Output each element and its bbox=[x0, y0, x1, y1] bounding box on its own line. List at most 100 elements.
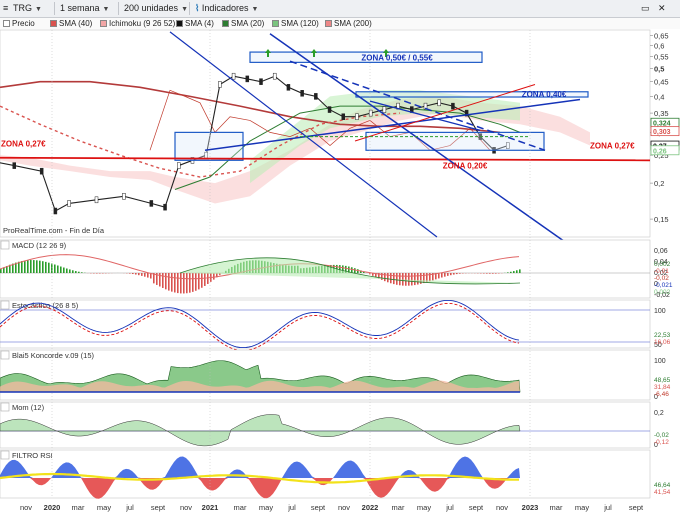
panel-value-label: -0,12 bbox=[654, 439, 669, 446]
x-axis-label: mar bbox=[392, 503, 405, 512]
macd-histogram-bar bbox=[357, 269, 359, 273]
macd-histogram-bar bbox=[72, 270, 74, 273]
panel-tick-label: 100 bbox=[654, 358, 666, 365]
macd-histogram-bar bbox=[453, 273, 455, 275]
panel-value-label: 16,06 bbox=[654, 339, 671, 346]
price-candle bbox=[149, 200, 154, 207]
x-axis-label: may bbox=[259, 503, 273, 512]
panel-value-label: -0,02 bbox=[654, 275, 669, 282]
macd-histogram-bar bbox=[354, 268, 356, 273]
x-axis-label: may bbox=[97, 503, 111, 512]
macd-histogram-bar bbox=[99, 273, 101, 274]
x-axis-label: nov bbox=[338, 503, 350, 512]
macd-histogram-bar bbox=[414, 273, 416, 286]
y-tick-label: 0,65 bbox=[654, 32, 669, 41]
macd-histogram-bar bbox=[396, 273, 398, 285]
x-axis-label: mar bbox=[550, 503, 563, 512]
price-candle bbox=[300, 90, 304, 97]
x-axis-label: may bbox=[417, 503, 431, 512]
panel-collapse-icon bbox=[0, 240, 10, 250]
macd-histogram-bar bbox=[135, 273, 137, 275]
macd-histogram-bar bbox=[486, 273, 488, 274]
macd-histogram-bar bbox=[45, 261, 47, 273]
macd-histogram-bar bbox=[489, 273, 491, 274]
macd-histogram-bar bbox=[81, 272, 83, 273]
zone-label: ZONA 0,20€ bbox=[443, 162, 488, 171]
macd-histogram-bar bbox=[516, 270, 518, 273]
x-axis-label: sept bbox=[151, 503, 166, 512]
panel-title: MACD (12 26 9) bbox=[12, 241, 67, 250]
x-axis-label: may bbox=[575, 503, 589, 512]
macd-histogram-bar bbox=[417, 273, 419, 285]
macd-histogram-bar bbox=[180, 273, 182, 294]
indicator-panel bbox=[0, 401, 651, 449]
x-axis-label: jul bbox=[125, 503, 134, 512]
price-candle bbox=[314, 93, 318, 100]
panel-value-label: 31,84 bbox=[654, 384, 671, 391]
macd-histogram-bar bbox=[33, 260, 35, 273]
macd-histogram-bar bbox=[42, 261, 44, 273]
panel-collapse-icon bbox=[0, 402, 10, 412]
panel-value-label: 22,53 bbox=[654, 332, 671, 339]
x-axis-label: jul bbox=[287, 503, 296, 512]
macd-histogram-bar bbox=[495, 273, 497, 274]
price-candle bbox=[163, 203, 167, 211]
macd-histogram-bar bbox=[390, 273, 392, 284]
price-candle bbox=[94, 196, 99, 204]
zone-label: ZONA 0,27€ bbox=[1, 139, 46, 148]
macd-histogram-bar bbox=[48, 262, 50, 273]
panel-value-label: 48,65 bbox=[654, 377, 671, 384]
macd-histogram-bar bbox=[168, 273, 170, 291]
macd-histogram-bar bbox=[57, 265, 59, 273]
macd-histogram-bar bbox=[195, 273, 197, 291]
zone-label: ZONA 0,27€ bbox=[590, 142, 635, 151]
panel-value-label: -0,02 bbox=[654, 432, 669, 439]
macd-histogram-bar bbox=[174, 273, 176, 293]
macd-histogram-bar bbox=[177, 273, 179, 294]
chart-area: 0,650,60,550,50,450,40,350,30,250,20,15Z… bbox=[0, 29, 680, 512]
x-axis-label: nov bbox=[496, 503, 508, 512]
price-candle bbox=[245, 75, 250, 83]
macd-histogram-bar bbox=[459, 273, 461, 274]
panel-value-label: 0,002 bbox=[654, 289, 671, 296]
price-candle bbox=[382, 106, 387, 113]
panel-title: Mom (12) bbox=[12, 403, 45, 412]
macd-histogram-bar bbox=[519, 269, 521, 273]
price-candle bbox=[177, 162, 181, 169]
macd-histogram-bar bbox=[510, 271, 512, 273]
x-axis-label: nov bbox=[180, 503, 192, 512]
price-candle bbox=[12, 162, 17, 169]
zone-label: ZONA 0,50€ / 0,55€ bbox=[361, 54, 433, 63]
macd-histogram-bar bbox=[483, 273, 485, 274]
x-axis-label: 2021 bbox=[202, 503, 219, 512]
macd-histogram-bar bbox=[129, 273, 131, 274]
panel-value-label: 0,002 bbox=[654, 261, 671, 268]
macd-histogram-bar bbox=[162, 273, 164, 288]
macd-histogram-bar bbox=[441, 273, 443, 278]
panel-collapse-icon bbox=[0, 350, 10, 360]
macd-histogram-bar bbox=[201, 273, 203, 288]
macd-histogram-bar bbox=[66, 268, 68, 273]
macd-histogram-bar bbox=[183, 273, 185, 294]
macd-histogram-bar bbox=[186, 273, 188, 294]
y-tick-label: 0,2 bbox=[654, 179, 664, 188]
macd-histogram-bar bbox=[36, 260, 38, 273]
macd-histogram-bar bbox=[447, 273, 449, 276]
macd-histogram-bar bbox=[54, 264, 56, 273]
price-candle bbox=[451, 102, 455, 110]
macd-histogram-bar bbox=[75, 271, 77, 273]
price-candle bbox=[327, 106, 332, 113]
panel-tick-label: 0,06 bbox=[654, 248, 668, 255]
macd-histogram-bar bbox=[507, 272, 509, 273]
x-axis-label: mar bbox=[234, 503, 247, 512]
panel-value-label: 46,64 bbox=[654, 482, 671, 489]
x-axis-label: mar bbox=[72, 503, 85, 512]
macd-histogram-bar bbox=[141, 273, 143, 276]
panel-collapse-icon bbox=[0, 450, 10, 460]
macd-histogram-bar bbox=[207, 273, 209, 284]
indicator-panel bbox=[0, 299, 651, 349]
macd-histogram-bar bbox=[18, 261, 20, 273]
macd-histogram-bar bbox=[411, 273, 413, 286]
macd-histogram-bar bbox=[171, 273, 173, 292]
zone-label: ZONA 0,40€ bbox=[522, 90, 567, 99]
